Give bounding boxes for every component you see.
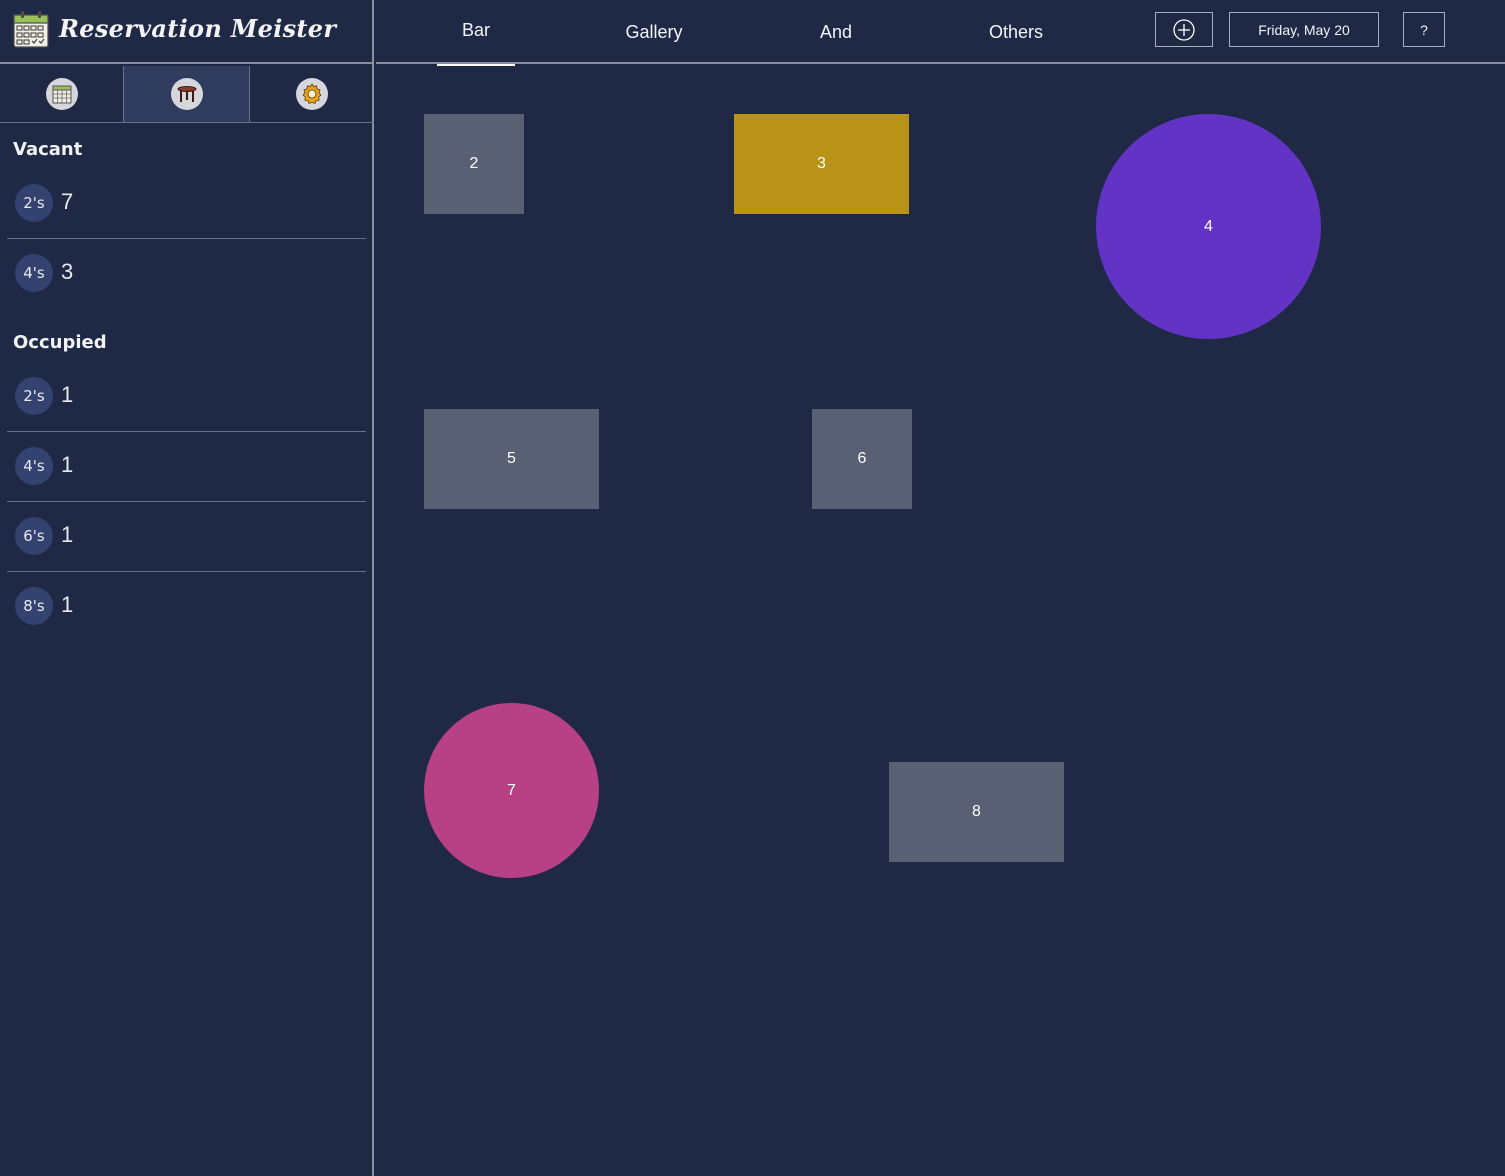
count-value: 1 [61,452,74,477]
occupied-row-6[interactable]: 6's 1 [7,502,366,572]
calendar-icon [45,78,78,110]
size-badge: 2's [15,184,53,222]
tab-bar[interactable]: Bar [437,0,515,66]
size-badge: 4's [15,447,53,485]
count-value: 7 [61,189,74,214]
table-4[interactable]: 4 [1096,114,1321,339]
table-8[interactable]: 8 [889,762,1064,862]
calendar-logo-icon [13,11,49,48]
size-badge: 2's [15,377,53,415]
brand-header: Reservation Meister [0,0,374,64]
gear-icon [296,78,328,110]
plus-circle-icon [1173,18,1195,41]
table-7[interactable]: 7 [424,703,599,878]
room-nav: Bar Gallery And Others Friday, May 20 ? [376,0,1505,66]
size-badge: 4's [15,254,53,292]
occupied-heading: Occupied [13,332,107,353]
app-root: Reservation Meister Vacant 2's 7 4's 3 O… [0,0,1505,1176]
vacant-row-4[interactable]: 4's 3 [7,239,366,309]
occupied-row-2[interactable]: 2's 1 [7,362,366,432]
count-value: 3 [61,259,74,284]
tab-and[interactable]: And [796,0,876,64]
tab-label: Others [988,21,1044,42]
count-value: 1 [61,382,74,407]
sidebar: Reservation Meister Vacant 2's 7 4's 3 O… [0,0,374,1176]
app-title: Reservation Meister [59,14,337,43]
table-5[interactable]: 5 [424,409,599,509]
date-picker-button[interactable]: Friday, May 20 [1229,12,1379,47]
table-icon [170,78,203,110]
size-badge: 8's [15,587,53,625]
tab-label: Gallery [625,21,683,42]
mode-tabs [0,66,374,123]
occupied-row-8[interactable]: 8's 1 [7,572,366,642]
tab-label: And [819,21,853,42]
count-value: 1 [61,522,74,547]
tab-tables[interactable] [123,66,250,122]
tab-label: Bar [461,19,490,40]
vacant-row-2[interactable]: 2's 7 [7,169,366,239]
vacant-heading: Vacant [13,139,83,160]
table-3[interactable]: 3 [734,114,909,214]
add-room-button[interactable] [1155,12,1213,47]
tab-gallery[interactable]: Gallery [604,0,704,64]
table-6[interactable]: 6 [812,409,912,509]
tab-others[interactable]: Others [966,0,1066,64]
size-badge: 6's [15,517,53,555]
count-value: 1 [61,592,74,617]
tab-calendar[interactable] [0,66,123,122]
floor-plan: 2 3 4 5 6 7 8 [376,66,1505,1176]
table-2[interactable]: 2 [424,114,524,214]
occupied-row-4[interactable]: 4's 1 [7,432,366,502]
tab-settings[interactable] [250,66,374,122]
help-button[interactable]: ? [1403,12,1445,47]
